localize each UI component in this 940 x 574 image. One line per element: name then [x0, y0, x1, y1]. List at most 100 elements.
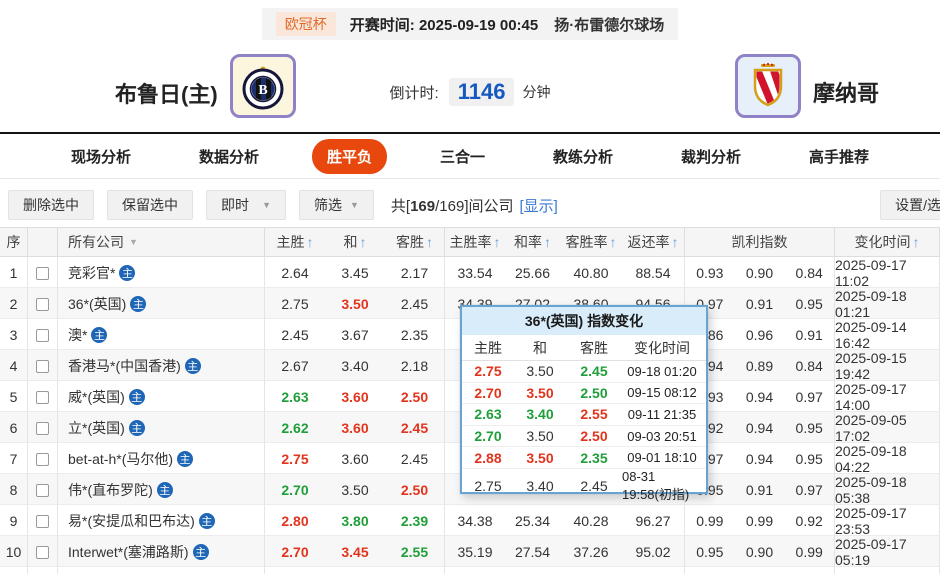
company-label: 易*(安提瓜和巴布达)	[68, 513, 195, 529]
header-return-rate[interactable]: 返还率 ↑	[622, 228, 685, 256]
away-odds: 2.35	[385, 319, 445, 351]
change-time: 2025-09-17 05:19	[835, 536, 940, 568]
return-rate: 95.02	[622, 536, 685, 568]
home-badge-icon: 主	[119, 265, 136, 281]
company-name[interactable]: 威*(英国) 主	[58, 381, 265, 413]
sort-up-icon: ↑	[544, 234, 551, 250]
row-checkbox[interactable]	[36, 545, 49, 559]
odds-comparison-page: 欧冠杯 开赛时间: 2025-09-19 00:45 扬·布雷德尔球场 布鲁日(…	[0, 0, 940, 574]
countdown-label: 倒计时:	[389, 84, 439, 102]
popup-draw-odds: 3.40	[526, 477, 554, 494]
popup-away-odds: 2.45	[580, 477, 608, 494]
popup-body: 2.75 3.50 2.45 09-18 01:20 2.70 3.50 2.50 09-15…	[462, 361, 706, 502]
home-rate: 35.19	[457, 544, 493, 560]
nav-tabs: 现场分析 数据分析 胜平负 三合一 教练分析 裁判分析 高手推荐	[0, 132, 940, 179]
header-change-time[interactable]: 变化时间 ↑	[835, 228, 940, 256]
tab-referee-analysis[interactable]: 裁判分析	[666, 139, 756, 174]
table-row-partial	[0, 567, 940, 574]
company-name[interactable]: 立*(英国) 主	[58, 412, 265, 444]
header-seq: 序	[0, 228, 28, 256]
popup-draw-odds: 3.50	[526, 428, 554, 445]
tab-three-in-one[interactable]: 三合一	[425, 139, 500, 174]
popup-away-odds: 2.45	[580, 363, 608, 380]
table-header-row: 序 所有公司 ▼ 主胜 ↑ 和 ↑ 客胜 ↑ 主胜率 ↑ 和率 ↑ 客胜率 ↑ 返还率 ↑ 凯利…	[0, 227, 940, 257]
company-label: 36*(英国)	[68, 296, 127, 312]
away-team-logo	[735, 54, 801, 118]
row-checkbox[interactable]	[36, 483, 49, 497]
header-draw-odds[interactable]: 和 ↑	[325, 228, 385, 256]
home-badge-icon: 主	[91, 327, 108, 343]
away-odds: 2.39	[385, 505, 445, 537]
draw-odds: 3.45	[341, 544, 369, 560]
header-home-rate[interactable]: 主胜率 ↑	[445, 228, 505, 256]
sort-up-icon: ↑	[671, 234, 679, 250]
row-checkbox-cell	[28, 319, 58, 351]
row-checkbox[interactable]	[36, 328, 49, 342]
tab-live-analysis[interactable]: 现场分析	[56, 139, 146, 174]
tab-data-analysis[interactable]: 数据分析	[184, 139, 274, 174]
header-company[interactable]: 所有公司 ▼	[58, 228, 265, 256]
row-checkbox[interactable]	[36, 421, 49, 435]
tab-win-draw-lose[interactable]: 胜平负	[311, 138, 387, 174]
row-checkbox-cell	[28, 505, 58, 537]
change-time: 2025-09-14 16:42	[835, 319, 940, 351]
company-name[interactable]: 澳* 主	[58, 319, 265, 351]
away-odds: 2.45	[385, 412, 445, 444]
countdown-value: 1146	[448, 78, 515, 106]
home-badge-icon: 主	[192, 544, 209, 560]
table-row: 1 竞彩官* 主 2.64 3.45 2.17 33.54 25.66 40.80 88.54 0.…	[0, 257, 940, 289]
settings-button[interactable]: 设置/选择	[880, 190, 940, 220]
popup-change-time: 09-11 21:35	[627, 406, 697, 422]
row-checkbox[interactable]	[36, 514, 49, 528]
header-select	[28, 228, 58, 256]
popup-change-time: 09-01 18:10	[627, 450, 697, 466]
league-badge[interactable]: 欧冠杯	[275, 12, 336, 36]
row-checkbox[interactable]	[36, 297, 49, 311]
venue-name: 扬·布雷德尔球场	[554, 16, 665, 34]
filter-dropdown[interactable]: 筛选 ▼	[299, 190, 374, 220]
company-name[interactable]: bet-at-h*(马尔他) 主	[58, 443, 265, 475]
home-odds: 2.70	[281, 482, 309, 498]
live-odds-dropdown[interactable]: 即时 ▼	[206, 190, 286, 220]
popup-draw-odds: 3.40	[526, 406, 554, 423]
tab-expert-picks[interactable]: 高手推荐	[794, 139, 884, 174]
change-time: 2025-09-15 19:42	[835, 350, 940, 382]
header-draw-rate[interactable]: 和率 ↑	[505, 228, 560, 256]
away-odds: 2.50	[385, 474, 445, 506]
company-label: 立*(英国)	[68, 420, 125, 436]
row-checkbox-cell	[28, 443, 58, 475]
show-link[interactable]: [显示]	[520, 195, 558, 216]
return-rate: 96.27	[622, 505, 685, 537]
home-badge-icon: 主	[177, 451, 194, 467]
row-checkbox[interactable]	[36, 452, 49, 466]
row-checkbox[interactable]	[36, 266, 49, 280]
countdown-unit: 分钟	[522, 84, 551, 100]
popup-home-odds: 2.88	[474, 449, 502, 466]
company-label: 澳*	[68, 327, 88, 343]
draw-rate: 27.54	[514, 544, 551, 560]
keep-selected-button[interactable]: 保留选中	[107, 190, 193, 220]
delete-selected-button[interactable]: 删除选中	[8, 190, 94, 220]
company-name[interactable]: Interwet*(塞浦路斯) 主	[58, 536, 265, 568]
company-name[interactable]: 竞彩官* 主	[58, 257, 265, 289]
header-away-odds[interactable]: 客胜 ↑	[385, 228, 445, 256]
draw-odds: 3.40	[341, 358, 369, 374]
tab-coach-analysis[interactable]: 教练分析	[538, 139, 628, 174]
kelly-values: 0.93 0.90 0.84	[696, 265, 823, 281]
row-checkbox[interactable]	[36, 359, 49, 373]
company-label: 香港马*(中国香港)	[68, 358, 181, 374]
row-index: 8	[0, 474, 28, 506]
company-label: Interwet*(塞浦路斯)	[68, 544, 189, 560]
draw-odds: 3.60	[341, 389, 369, 405]
company-name[interactable]: 香港马*(中国香港) 主	[58, 350, 265, 382]
row-checkbox[interactable]	[36, 390, 49, 404]
company-name[interactable]: 易*(安提瓜和巴布达) 主	[58, 505, 265, 537]
row-index: 6	[0, 412, 28, 444]
header-away-rate[interactable]: 客胜率 ↑	[560, 228, 622, 256]
kelly-index: 0.99 0.99 0.92	[685, 505, 835, 537]
company-name[interactable]: 伟*(直布罗陀) 主	[58, 474, 265, 506]
header-home-odds[interactable]: 主胜 ↑	[265, 228, 325, 256]
popup-change-time: 09-15 08:12	[627, 385, 697, 401]
draw-odds: 3.60	[341, 451, 369, 467]
company-name[interactable]: 36*(英国) 主	[58, 288, 265, 320]
